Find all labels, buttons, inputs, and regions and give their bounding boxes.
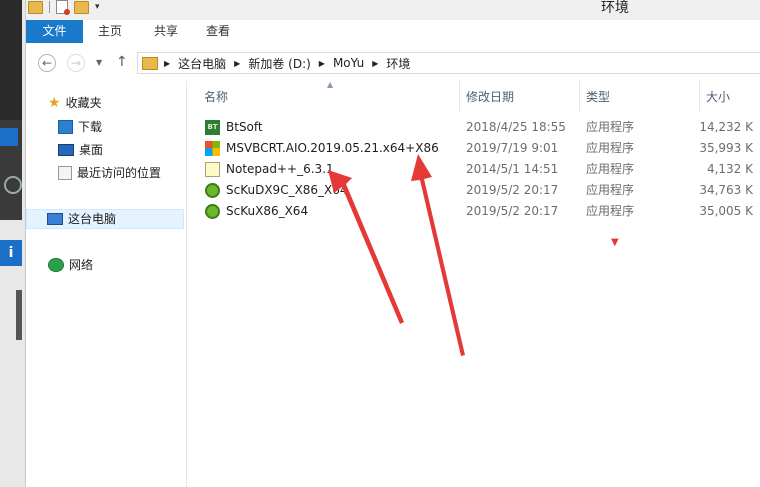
nav-item-desktop[interactable]: 桌面 [58,140,103,160]
breadcrumb-label[interactable]: 新加卷 (D:) [248,55,310,72]
nav-item-label: 收藏夹 [65,96,102,110]
star-icon: ★ [48,95,61,111]
title-bar: ▾ 环境 [26,0,760,20]
nav-item-favorites[interactable]: ★ 收藏夹 [48,93,102,113]
nav-item-label: 最近访问的位置 [77,166,162,180]
folder-icon[interactable] [28,0,43,14]
notepad-icon [205,162,220,177]
file-row[interactable]: ScKuX86_X64 2019/5/2 20:17 应用程序 35,005 K [187,201,760,222]
file-type: 应用程序 [586,141,635,155]
back-arrow-icon[interactable]: ← [38,54,56,72]
nav-item-recent[interactable]: 最近访问的位置 [58,163,161,183]
address-bar[interactable]: ▶ 这台电脑 ▶ 新加卷 (D:) ▶ MoYu ▶ 环境 [137,52,760,74]
file-size: 4,132 K [706,162,753,176]
file-row[interactable]: ScKuDX9C_X86_X64 2019/5/2 20:17 应用程序 34,… [187,180,760,201]
breadcrumb-label[interactable]: 环境 [386,55,410,72]
file-size: 35,993 K [699,141,753,155]
chevron-right-icon[interactable]: ▶ [234,59,240,68]
background-app-icon: i [0,240,22,266]
scku-icon [205,204,220,219]
file-name: ScKuX86_X64 [226,204,309,218]
breadcrumb-label[interactable]: 这台电脑 [178,55,226,72]
background-app-icon [0,128,18,146]
folder-icon [142,56,158,70]
window-title: 环境 [601,0,629,16]
tab-file[interactable]: 文件 [26,20,83,43]
desktop-icon [58,144,74,156]
breadcrumb-item[interactable]: ▶ 环境 [372,55,410,72]
ribbon-tabs: 文件 主页 共享 查看 [26,20,760,44]
chevron-right-icon[interactable]: ▶ [164,59,170,68]
customize-toolbar-icon[interactable]: ▾ [95,2,100,12]
breadcrumb-item[interactable]: ▶ 这台电脑 [164,55,226,72]
file-name: MSVBCRT.AIO.2019.05.21.x64+X86 [226,141,439,155]
tab-view[interactable]: 查看 [194,20,242,43]
chevron-right-icon[interactable]: ▶ [319,59,325,68]
forward-arrow-icon[interactable]: → [67,54,85,72]
file-name: BtSoft [226,120,263,134]
file-type: 应用程序 [586,204,635,218]
file-name: Notepad++_6.3.1 [226,162,334,176]
file-type: 应用程序 [586,120,635,134]
file-row[interactable]: BT BtSoft 2018/4/25 18:55 应用程序 14,232 K [187,117,760,138]
column-header-size[interactable]: 大小 [700,81,760,111]
recent-places-icon [58,166,72,180]
toolbar-divider [49,1,50,13]
quick-access-toolbar: ▾ [28,0,100,15]
file-type: 应用程序 [586,162,635,176]
file-name: ScKuDX9C_X86_X64 [226,183,348,197]
nav-item-label: 下载 [78,120,103,134]
file-size: 35,005 K [699,204,753,218]
background-bar [16,290,22,340]
file-date: 2019/7/19 9:01 [466,141,559,155]
desktop-background: i [0,0,25,487]
breadcrumb-item[interactable]: ▶ 新加卷 (D:) [234,55,311,72]
nav-item-downloads[interactable]: 下载 [58,117,102,137]
background-window [0,0,22,120]
file-row[interactable]: Notepad++_6.3.1 2014/5/1 14:51 应用程序 4,13… [187,159,760,180]
navigation-pane: ★ 收藏夹 下载 桌面 最近访问的位置 这台电脑 网络 [26,81,187,487]
msvbcrt-icon [205,141,220,156]
background-circle-icon [4,176,22,194]
breadcrumb-item[interactable]: ▶ MoYu [319,56,364,70]
breadcrumb-label[interactable]: MoYu [333,56,364,70]
file-size: 14,232 K [699,120,753,134]
file-date: 2019/5/2 20:17 [466,204,559,218]
scku-icon [205,183,220,198]
column-header-type[interactable]: 类型 [580,81,700,111]
file-type: 应用程序 [586,183,635,197]
file-size: 34,763 K [699,183,753,197]
downloads-icon [58,120,73,134]
nav-item-network[interactable]: 网络 [48,255,93,275]
navigation-bar: ← → ▼ ↑ ▶ 这台电脑 ▶ 新加卷 (D:) ▶ MoYu ▶ 环境 [26,43,760,81]
btsoft-icon: BT [205,120,220,135]
computer-icon [47,213,63,225]
file-list: ▲ 名称 修改日期 类型 大小 BT BtSoft 2018/4/25 18:5… [187,80,760,487]
up-arrow-icon[interactable]: ↑ [116,54,128,70]
tab-home[interactable]: 主页 [86,20,134,43]
nav-item-label: 桌面 [79,143,104,157]
column-header-name[interactable]: 名称 [187,81,460,111]
properties-icon[interactable] [56,0,70,15]
file-date: 2014/5/1 14:51 [466,162,559,176]
network-icon [48,258,64,272]
explorer-window: ▾ 环境 文件 主页 共享 查看 ← → ▼ ↑ ▶ 这台电脑 ▶ 新加卷 (D:)… [25,0,760,487]
chevron-right-icon[interactable]: ▶ [372,59,378,68]
nav-item-label: 这台电脑 [68,212,117,226]
file-date: 2019/5/2 20:17 [466,183,559,197]
file-date: 2018/4/25 18:55 [466,120,566,134]
tab-share[interactable]: 共享 [142,20,190,43]
column-header-date[interactable]: 修改日期 [460,81,580,111]
new-folder-icon[interactable] [74,0,89,14]
nav-item-this-pc[interactable]: 这台电脑 [26,209,184,229]
recent-locations-chevron-icon[interactable]: ▼ [96,58,102,67]
nav-item-label: 网络 [69,258,94,272]
file-row[interactable]: MSVBCRT.AIO.2019.05.21.x64+X86 2019/7/19… [187,138,760,159]
annotation-marker-icon: ▼ [611,237,619,248]
